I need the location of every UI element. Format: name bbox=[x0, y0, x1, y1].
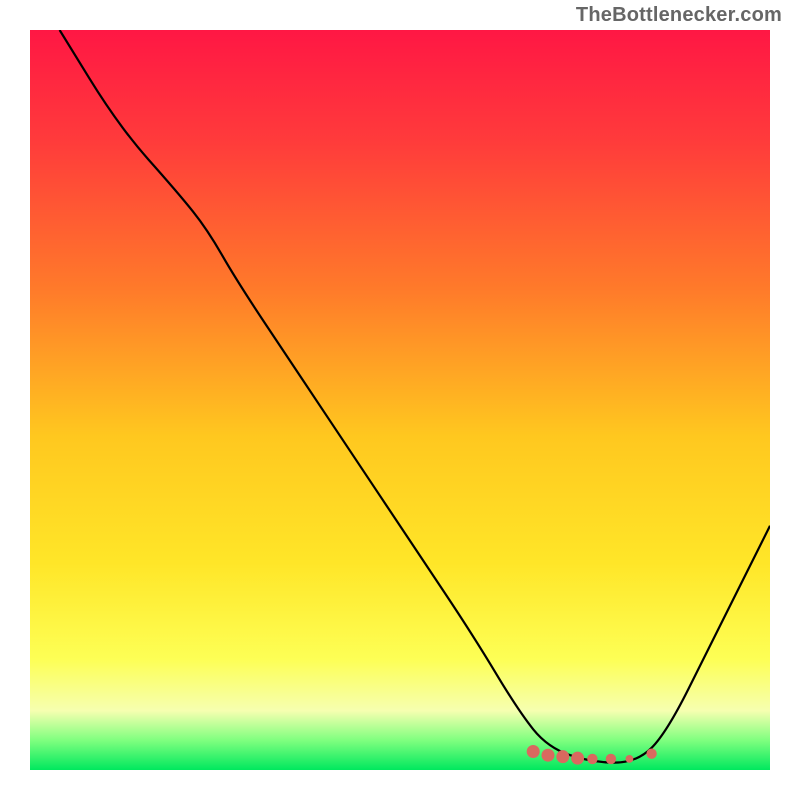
marker-dot bbox=[542, 749, 555, 762]
marker-dot bbox=[606, 754, 616, 764]
marker-dot bbox=[626, 755, 634, 763]
marker-dot bbox=[571, 752, 584, 765]
chart-container bbox=[30, 30, 770, 770]
marker-dot bbox=[527, 745, 540, 758]
gradient-background bbox=[30, 30, 770, 770]
attribution-text: TheBottlenecker.com bbox=[576, 4, 782, 27]
chart-svg bbox=[30, 30, 770, 770]
marker-dot bbox=[646, 749, 656, 759]
marker-dot bbox=[587, 754, 597, 764]
marker-dot bbox=[556, 750, 569, 763]
